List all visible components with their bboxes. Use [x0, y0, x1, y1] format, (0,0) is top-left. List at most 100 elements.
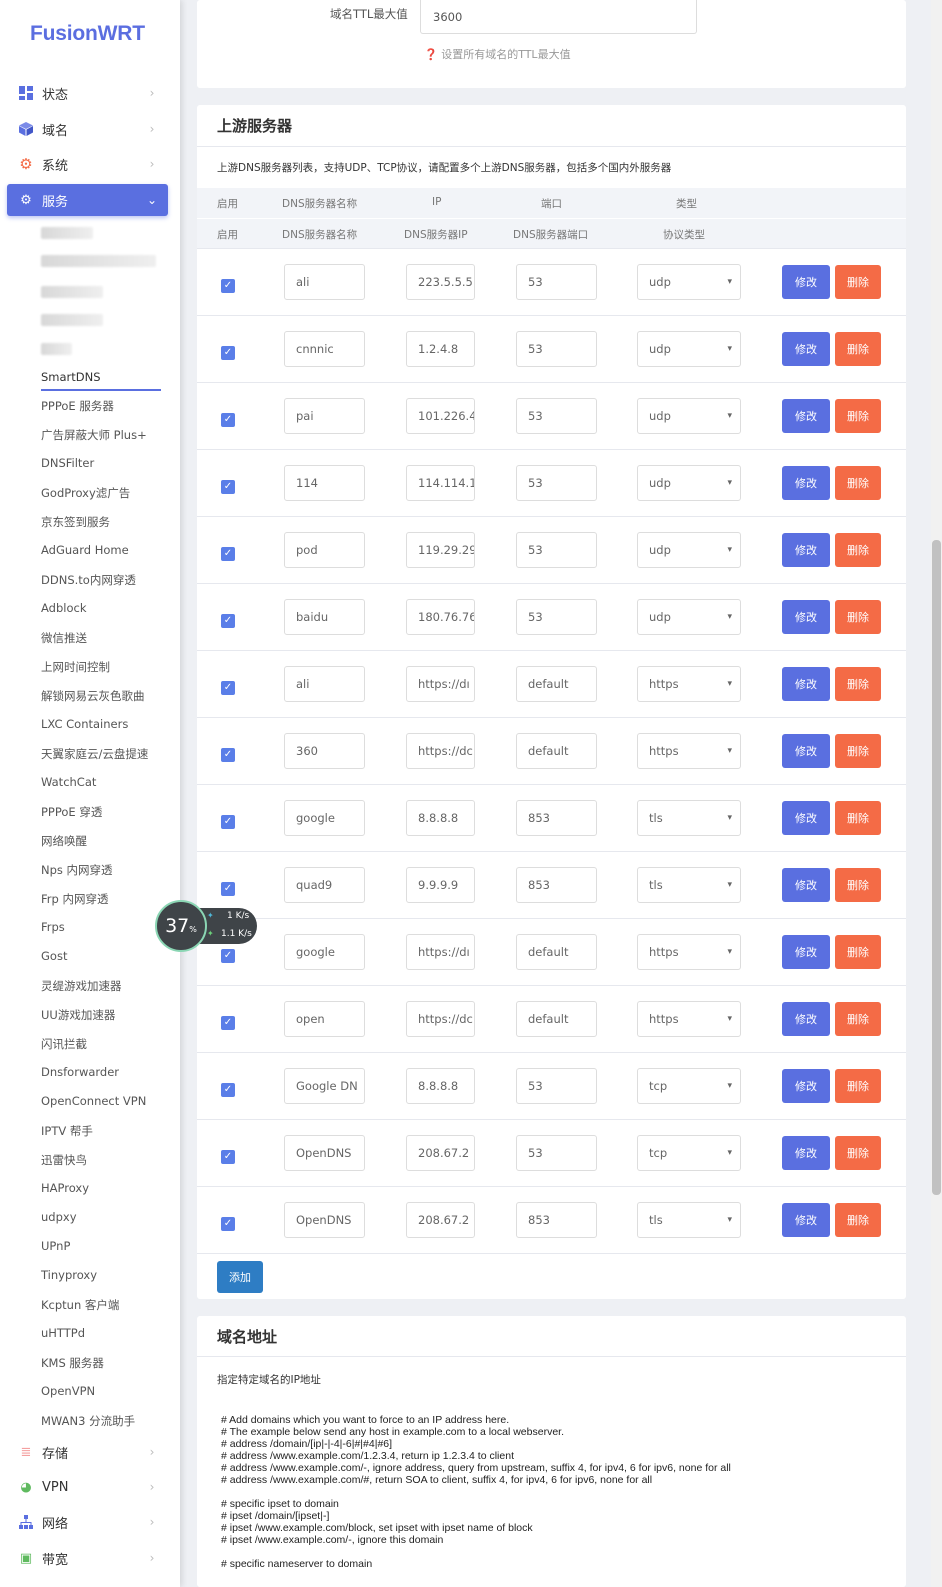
server-ip-input[interactable]: 8.8.8.8	[406, 1068, 475, 1104]
enable-checkbox[interactable]: ✓	[221, 681, 235, 695]
enable-checkbox[interactable]: ✓	[221, 614, 235, 628]
scrollbar-thumb[interactable]	[932, 540, 941, 1195]
server-port-input[interactable]: default	[516, 934, 597, 970]
server-ip-input[interactable]: 208.67.2	[406, 1135, 475, 1171]
protocol-select[interactable]: tls	[637, 800, 741, 836]
server-ip-input[interactable]: https://dı	[406, 666, 475, 702]
server-ip-input[interactable]: 114.114.11	[406, 465, 475, 501]
server-name-input[interactable]: google	[284, 800, 365, 836]
sidebar-subitem[interactable]: PPPoE 服务器	[41, 398, 114, 414]
server-name-input[interactable]: Google DN	[284, 1068, 365, 1104]
nav-bandwidth[interactable]: ▣ 带宽 ›	[7, 1542, 168, 1574]
delete-button[interactable]: 删除	[835, 868, 881, 902]
enable-checkbox[interactable]: ✓	[221, 1150, 235, 1164]
sidebar-subitem[interactable]: DDNS.to内网穿透	[41, 572, 136, 588]
protocol-select[interactable]: https	[637, 666, 741, 702]
delete-button[interactable]: 删除	[835, 734, 881, 768]
protocol-select[interactable]: udp	[637, 398, 741, 434]
edit-button[interactable]: 修改	[782, 1069, 830, 1103]
sidebar-subitem[interactable]: 天翼家庭云/云盘提速	[41, 746, 148, 762]
server-port-input[interactable]: 53	[516, 398, 597, 434]
server-name-input[interactable]: OpenDNS	[284, 1202, 365, 1238]
sidebar-subitem[interactable]: 灵缇游戏加速器	[41, 978, 122, 994]
server-port-input[interactable]: default	[516, 666, 597, 702]
enable-checkbox[interactable]: ✓	[221, 1083, 235, 1097]
edit-button[interactable]: 修改	[782, 399, 830, 433]
delete-button[interactable]: 删除	[835, 1069, 881, 1103]
server-port-input[interactable]: 853	[516, 867, 597, 903]
server-ip-input[interactable]: 101.226.4	[406, 398, 475, 434]
protocol-select[interactable]: tcp	[637, 1135, 741, 1171]
sidebar-subitem[interactable]: LXC Containers	[41, 717, 128, 731]
delete-button[interactable]: 删除	[835, 399, 881, 433]
server-name-input[interactable]: pod	[284, 532, 365, 568]
edit-button[interactable]: 修改	[782, 734, 830, 768]
server-ip-input[interactable]: 180.76.76	[406, 599, 475, 635]
scrollbar[interactable]	[931, 0, 942, 1587]
sidebar-subitem[interactable]: GodProxy滤广告	[41, 485, 130, 501]
enable-checkbox[interactable]: ✓	[221, 346, 235, 360]
delete-button[interactable]: 删除	[835, 533, 881, 567]
protocol-select[interactable]: tls	[637, 867, 741, 903]
delete-button[interactable]: 删除	[835, 332, 881, 366]
enable-checkbox[interactable]: ✓	[221, 547, 235, 561]
delete-button[interactable]: 删除	[835, 935, 881, 969]
brand-logo[interactable]: FusionWRT	[30, 22, 145, 46]
sidebar-subitem[interactable]: 迅雷快鸟	[41, 1152, 87, 1168]
edit-button[interactable]: 修改	[782, 265, 830, 299]
sidebar-subitem[interactable]: Tinyproxy	[41, 1268, 97, 1282]
sidebar-subitem[interactable]: KMS 服务器	[41, 1355, 104, 1371]
server-port-input[interactable]: 53	[516, 465, 597, 501]
domain-config-text[interactable]: # Add domains which you want to force to…	[221, 1414, 731, 1486]
nav-domain[interactable]: 域名 ›	[7, 113, 168, 145]
server-ip-input[interactable]: 9.9.9.9	[406, 867, 475, 903]
server-name-input[interactable]: ali	[284, 264, 365, 300]
sidebar-subitem[interactable]: AdGuard Home	[41, 543, 129, 557]
protocol-select[interactable]: https	[637, 934, 741, 970]
server-port-input[interactable]: 53	[516, 264, 597, 300]
speed-widget[interactable]: 37% ✦ 1 K/s ✦ 1.1 K/s	[155, 900, 257, 952]
server-ip-input[interactable]: 1.2.4.8	[406, 331, 475, 367]
sidebar-subitem[interactable]: WatchCat	[41, 775, 96, 789]
server-name-input[interactable]: baidu	[284, 599, 365, 635]
sidebar-subitem[interactable]: Adblock	[41, 601, 86, 615]
delete-button[interactable]: 删除	[835, 667, 881, 701]
sidebar-subitem[interactable]: 上网时间控制	[41, 659, 110, 675]
add-button[interactable]: 添加	[217, 1261, 263, 1293]
sidebar-subitem[interactable]: Gost	[41, 949, 67, 963]
sidebar-subitem[interactable]: 京东签到服务	[41, 514, 110, 530]
nav-system[interactable]: ⚙ 系统 ›	[7, 148, 168, 180]
sidebar-subitem[interactable]: 解锁网易云灰色歌曲	[41, 688, 145, 704]
server-port-input[interactable]: 853	[516, 1202, 597, 1238]
sidebar-subitem[interactable]: Kcptun 客户端	[41, 1297, 119, 1313]
enable-checkbox[interactable]: ✓	[221, 748, 235, 762]
sidebar-subitem[interactable]: IPTV 帮手	[41, 1123, 93, 1139]
server-name-input[interactable]: 114	[284, 465, 365, 501]
server-name-input[interactable]: pai	[284, 398, 365, 434]
delete-button[interactable]: 删除	[835, 1203, 881, 1237]
delete-button[interactable]: 删除	[835, 265, 881, 299]
protocol-select[interactable]: udp	[637, 264, 741, 300]
server-name-input[interactable]: ali	[284, 666, 365, 702]
server-ip-input[interactable]: 223.5.5.5	[406, 264, 475, 300]
ttl-input[interactable]	[420, 0, 697, 34]
server-name-input[interactable]: quad9	[284, 867, 365, 903]
delete-button[interactable]: 删除	[835, 466, 881, 500]
nav-vpn[interactable]: ◕ VPN ›	[7, 1471, 168, 1503]
sidebar-subitem[interactable]: 闪讯拦截	[41, 1036, 87, 1052]
sidebar-subitem[interactable]: UPnP	[41, 1239, 70, 1253]
server-port-input[interactable]: 53	[516, 532, 597, 568]
edit-button[interactable]: 修改	[782, 466, 830, 500]
server-port-input[interactable]: default	[516, 1001, 597, 1037]
delete-button[interactable]: 删除	[835, 1002, 881, 1036]
nav-services[interactable]: ⚙ 服务 ⌄	[7, 184, 168, 216]
edit-button[interactable]: 修改	[782, 1002, 830, 1036]
protocol-select[interactable]: udp	[637, 532, 741, 568]
server-port-input[interactable]: 53	[516, 599, 597, 635]
enable-checkbox[interactable]: ✓	[221, 480, 235, 494]
edit-button[interactable]: 修改	[782, 1203, 830, 1237]
sidebar-subitem[interactable]: Dnsforwarder	[41, 1065, 119, 1079]
edit-button[interactable]: 修改	[782, 801, 830, 835]
sidebar-item-smartdns[interactable]: SmartDNS	[41, 370, 101, 384]
sidebar-subitem[interactable]: 广告屏蔽大师 Plus+	[41, 427, 147, 443]
